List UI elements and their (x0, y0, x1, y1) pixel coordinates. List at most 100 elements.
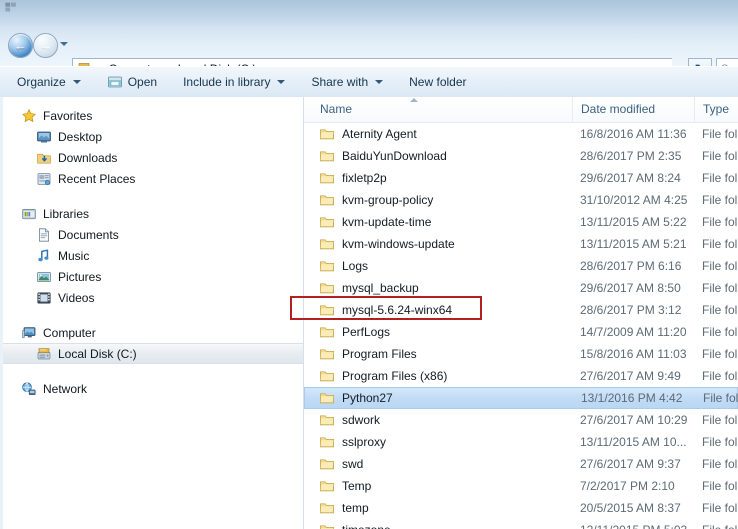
desktop-icon (37, 131, 51, 142)
table-row[interactable]: timezone 12/11/2015 PM 5:03 File fol (304, 519, 738, 529)
sidebar-item-local-disk[interactable]: Local Disk (C:) (3, 343, 303, 364)
file-type: File fol (702, 127, 738, 141)
sidebar-item-downloads[interactable]: Downloads (3, 147, 303, 168)
sidebar-item-pictures-label: Pictures (58, 269, 102, 284)
sidebar-item-videos-label: Videos (58, 290, 95, 305)
sidebar-item-pictures[interactable]: Pictures (3, 266, 303, 287)
organize-button[interactable]: Organize (8, 71, 90, 93)
sidebar-group-favorites-label: Favorites (43, 108, 93, 123)
table-row[interactable]: swd 27/6/2017 AM 9:37 File fol (304, 453, 738, 475)
new-folder-button[interactable]: New folder (400, 71, 475, 93)
new-folder-label: New folder (409, 75, 467, 89)
file-type: File fol (702, 479, 738, 493)
table-row-mysql-5624-winx64[interactable]: mysql-5.6.24-winx64 28/6/2017 PM 3:12 Fi… (304, 299, 738, 321)
column-header-type[interactable]: Type (694, 97, 738, 122)
sidebar-item-desktop[interactable]: Desktop (3, 126, 303, 147)
folder-icon (320, 283, 334, 294)
music-icon (38, 248, 49, 261)
file-list-pane: Name Date modified Type Aternity Agent 1… (304, 97, 738, 529)
include-in-library-label: Include in library (183, 75, 271, 89)
table-row[interactable]: sslproxy 13/11/2015 AM 10... File fol (304, 431, 738, 453)
sidebar-group-libraries[interactable]: Libraries (3, 203, 303, 224)
table-row[interactable]: temp 20/5/2015 AM 8:37 File fol (304, 497, 738, 519)
navigation-pane: Favorites Desktop Downloads Recent Place… (0, 97, 304, 529)
forward-button[interactable]: → (33, 33, 58, 58)
table-row[interactable]: BaiduYunDownload 28/6/2017 PM 2:35 File … (304, 145, 738, 167)
sidebar-group-computer[interactable]: Computer (3, 322, 303, 343)
sidebar-group-network[interactable]: Network (3, 378, 303, 399)
table-row[interactable]: Aternity Agent 16/8/2016 AM 11:36 File f… (304, 123, 738, 145)
file-type: File fol (702, 171, 738, 185)
file-date-modified: 13/11/2015 AM 10... (580, 435, 687, 449)
file-name: swd (342, 457, 364, 471)
file-name: PerfLogs (342, 325, 391, 339)
file-date-modified: 31/10/2012 AM 4:25 (580, 193, 688, 207)
file-date-modified: 28/6/2017 PM 6:16 (580, 259, 682, 273)
share-with-label: Share with (311, 75, 369, 89)
file-type: File fol (703, 391, 738, 405)
sidebar-item-music-label: Music (58, 248, 90, 263)
file-type: File fol (702, 369, 738, 383)
table-row[interactable]: mysql_backup 29/6/2017 AM 8:50 File fol (304, 277, 738, 299)
table-row[interactable]: kvm-windows-update 13/11/2015 AM 5:21 Fi… (304, 233, 738, 255)
folder-icon (320, 481, 334, 492)
file-name: kvm-update-time (342, 215, 432, 229)
column-header-date-modified[interactable]: Date modified (572, 97, 702, 122)
sidebar-group-favorites[interactable]: Favorites (3, 105, 303, 126)
file-date-modified: 12/11/2015 PM 5:03 (580, 523, 687, 529)
file-name: BaiduYunDownload (342, 149, 447, 163)
file-date-modified: 15/8/2016 AM 11:03 (580, 347, 687, 361)
file-type: File fol (702, 193, 738, 207)
folder-icon (320, 393, 334, 404)
libraries-icon (22, 208, 36, 219)
file-type: File fol (702, 413, 738, 427)
table-row-selected[interactable]: Python27 13/1/2016 PM 4:42 File fol (304, 387, 738, 409)
folder-icon (320, 371, 334, 382)
sidebar-item-music[interactable]: Music (3, 245, 303, 266)
file-type: File fol (702, 259, 738, 273)
file-date-modified: 16/8/2016 AM 11:36 (580, 127, 687, 141)
file-date-modified: 29/6/2017 AM 8:50 (580, 281, 681, 295)
back-button[interactable]: ← (8, 33, 33, 58)
file-name: timezone (342, 523, 592, 529)
column-header-name[interactable]: Name (304, 97, 580, 122)
pictures-icon (37, 271, 51, 282)
navigation-pane-inner: Favorites Desktop Downloads Recent Place… (0, 97, 303, 529)
include-in-library-button[interactable]: Include in library (174, 71, 294, 93)
sidebar-item-downloads-label: Downloads (58, 150, 118, 165)
table-row[interactable]: Program Files (x86) 27/6/2017 AM 9:49 Fi… (304, 365, 738, 387)
file-type: File fol (702, 523, 737, 529)
explorer-icon (5, 2, 16, 12)
table-row[interactable]: kvm-group-policy 31/10/2012 AM 4:25 File… (304, 189, 738, 211)
file-name: sslproxy (342, 435, 387, 449)
open-button[interactable]: Open (98, 71, 166, 93)
file-date-modified: 28/6/2017 PM 3:12 (580, 303, 682, 317)
table-row[interactable]: Program Files 15/8/2016 AM 11:03 File fo… (304, 343, 738, 365)
sidebar-item-documents[interactable]: Documents (3, 224, 303, 245)
folder-icon (320, 415, 334, 426)
file-rows: Aternity Agent 16/8/2016 AM 11:36 File f… (304, 123, 738, 529)
table-row[interactable]: sdwork 27/6/2017 AM 10:29 File fol (304, 409, 738, 431)
file-date-modified: 14/7/2009 AM 11:20 (580, 325, 687, 339)
file-name: mysql_backup (342, 281, 419, 295)
file-name: Temp (342, 479, 372, 493)
folder-icon (320, 437, 334, 448)
table-row[interactable]: fixletp2p 29/6/2017 AM 8:24 File fol (304, 167, 738, 189)
share-with-button[interactable]: Share with (302, 71, 392, 93)
file-name: Aternity Agent (342, 127, 417, 141)
sidebar-item-videos[interactable]: Videos (3, 287, 303, 308)
table-row[interactable]: PerfLogs 14/7/2009 AM 11:20 File fol (304, 321, 738, 343)
folder-icon (320, 305, 334, 316)
sidebar-item-recent-places[interactable]: Recent Places (3, 168, 303, 189)
table-row[interactable]: Logs 28/6/2017 PM 6:16 File fol (304, 255, 738, 277)
chevron-down-icon[interactable] (60, 42, 68, 46)
table-row[interactable]: Temp 7/2/2017 PM 2:10 File fol (304, 475, 738, 497)
table-row[interactable]: kvm-update-time 13/11/2015 AM 5:22 File … (304, 211, 738, 233)
file-type: File fol (702, 501, 738, 515)
open-folder-icon (107, 76, 122, 88)
file-type: File fol (702, 215, 738, 229)
file-name: mysql-5.6.24-winx64 (342, 303, 453, 317)
star-icon (22, 108, 36, 122)
